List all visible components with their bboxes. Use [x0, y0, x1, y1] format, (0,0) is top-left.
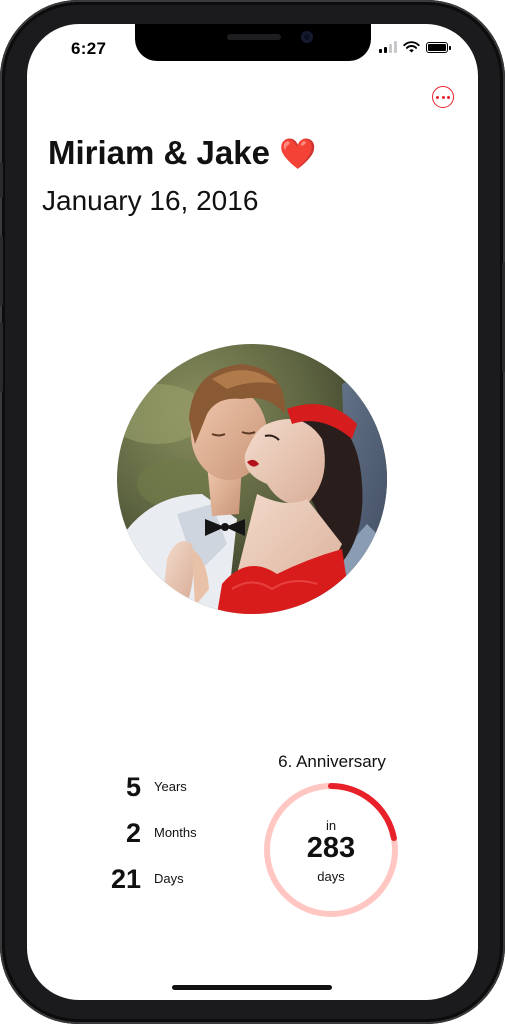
wifi-icon [403, 41, 420, 53]
notch [135, 24, 371, 61]
status-icons [379, 41, 451, 53]
ellipsis-dot [447, 95, 450, 99]
front-camera [301, 31, 313, 43]
volume-down-button [0, 322, 3, 392]
anniversary-label: 6. Anniversary [278, 752, 386, 771]
duration-days: 21 Days [107, 861, 217, 897]
phone-frame: 6:27 Miriam & Jake ❤️ January 16, 2016 5… [0, 0, 505, 1024]
relationship-start-date: January 16, 2016 [42, 185, 259, 216]
silent-switch [0, 162, 3, 198]
status-time: 6:27 [71, 39, 107, 58]
home-indicator[interactable] [172, 985, 332, 990]
speaker-grille [227, 34, 281, 40]
couple-photo-image [117, 344, 387, 614]
countdown-days-label: days [317, 869, 345, 884]
duration-years: 5 Years [107, 769, 217, 805]
days-value: 21 [110, 864, 141, 894]
months-label: Months [154, 825, 197, 840]
countdown-in-label: in [325, 818, 337, 833]
battery-icon [426, 41, 451, 53]
anniversary-countdown: in 283 days [261, 780, 401, 920]
duration-months: 2 Months [107, 815, 217, 851]
countdown-days-value: 283 [306, 832, 356, 864]
couple-names: Miriam & Jake [48, 134, 270, 171]
volume-up-button [0, 236, 3, 306]
days-label: Days [154, 871, 184, 886]
app-screen: 6:27 Miriam & Jake ❤️ January 16, 2016 5… [27, 24, 478, 1000]
couple-photo[interactable] [117, 344, 387, 614]
years-value: 5 [125, 772, 141, 802]
ellipsis-dot [441, 95, 445, 99]
ellipsis-dot [436, 95, 439, 99]
months-value: 2 [125, 818, 141, 848]
couple-title: Miriam & Jake ❤️ [48, 134, 316, 172]
more-options-button[interactable] [432, 86, 454, 108]
heart-icon: ❤️ [279, 137, 317, 172]
cellular-signal-icon [379, 41, 397, 53]
years-label: Years [154, 779, 187, 794]
